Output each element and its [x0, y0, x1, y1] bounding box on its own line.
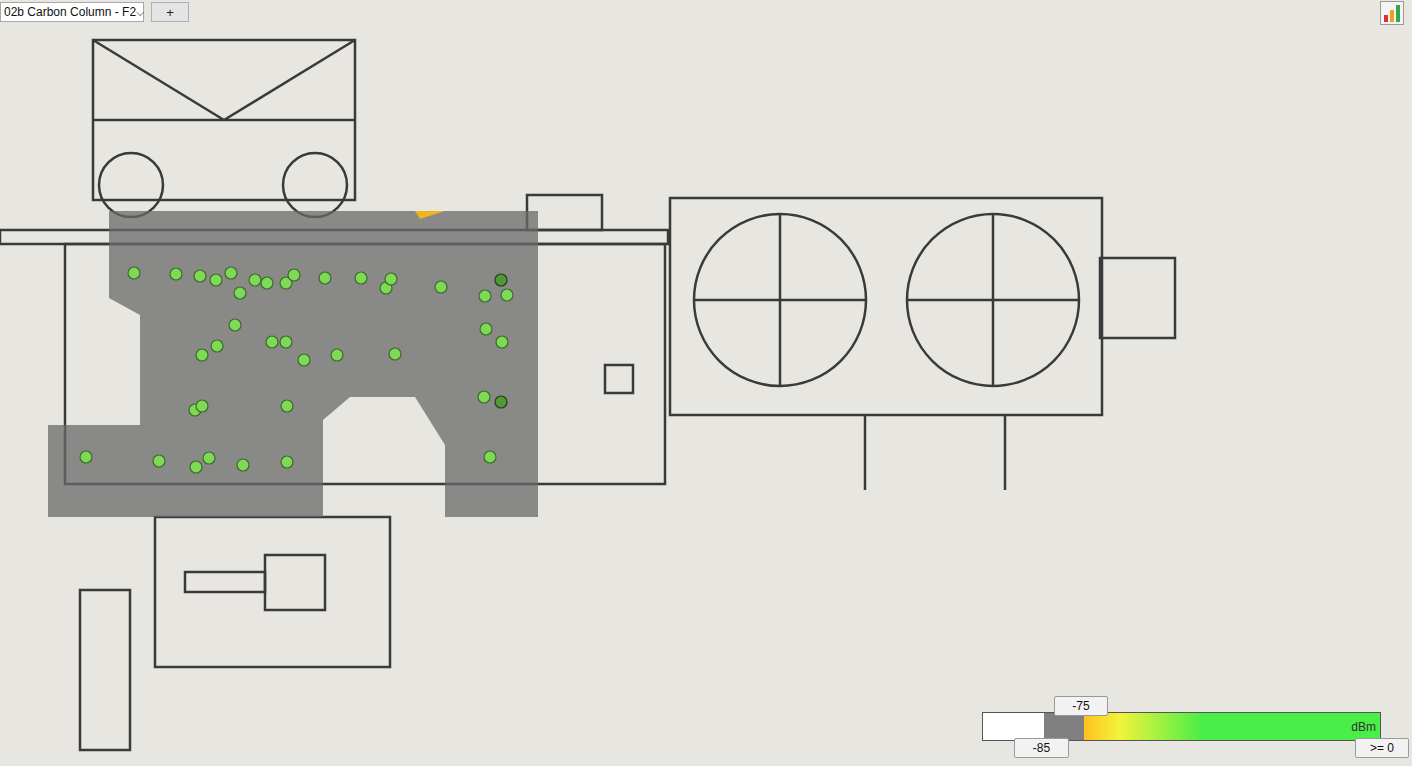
survey-point[interactable]	[319, 272, 331, 284]
survey-point[interactable]	[495, 396, 507, 408]
threshold-low[interactable]: -85	[1014, 738, 1069, 758]
survey-point[interactable]	[355, 272, 367, 284]
survey-point[interactable]	[480, 323, 492, 335]
survey-point[interactable]	[203, 452, 215, 464]
survey-point[interactable]	[495, 274, 507, 286]
survey-point[interactable]	[225, 267, 237, 279]
survey-point[interactable]	[281, 456, 293, 468]
survey-point[interactable]	[194, 270, 206, 282]
survey-point[interactable]	[298, 354, 310, 366]
bar-chart-icon	[1381, 2, 1403, 24]
survey-point[interactable]	[331, 349, 343, 361]
survey-point[interactable]	[385, 273, 397, 285]
survey-point[interactable]	[484, 451, 496, 463]
coverage-overlay	[0, 0, 1412, 766]
survey-point[interactable]	[196, 349, 208, 361]
survey-point[interactable]	[153, 455, 165, 467]
survey-point[interactable]	[435, 281, 447, 293]
survey-point[interactable]	[234, 287, 246, 299]
survey-point[interactable]	[190, 461, 202, 473]
survey-point[interactable]	[479, 290, 491, 302]
survey-map: 02b Carbon Column - F2 ⌵ + dBm -75 -85 >…	[0, 0, 1412, 766]
dropdown-arrow-icon: ⌵	[136, 6, 144, 19]
threshold-high[interactable]: -75	[1054, 696, 1108, 716]
survey-point[interactable]	[288, 269, 300, 281]
survey-point[interactable]	[237, 459, 249, 471]
legend-unit: dBm	[1351, 720, 1376, 734]
survey-point[interactable]	[128, 267, 140, 279]
legend-bar: dBm	[982, 712, 1381, 741]
floor-selector[interactable]: 02b Carbon Column - F2 ⌵	[0, 2, 144, 22]
survey-point[interactable]	[229, 319, 241, 331]
survey-point[interactable]	[389, 348, 401, 360]
add-floor-button[interactable]: +	[151, 2, 189, 22]
survey-point[interactable]	[281, 400, 293, 412]
survey-point[interactable]	[501, 289, 513, 301]
survey-point[interactable]	[80, 451, 92, 463]
survey-point[interactable]	[211, 340, 223, 352]
signal-legend: dBm -75 -85 >= 0	[982, 696, 1410, 760]
survey-point[interactable]	[170, 268, 182, 280]
survey-point[interactable]	[261, 277, 273, 289]
survey-point[interactable]	[196, 400, 208, 412]
survey-point[interactable]	[280, 336, 292, 348]
survey-point[interactable]	[478, 391, 490, 403]
survey-point[interactable]	[496, 336, 508, 348]
chart-button[interactable]	[1380, 1, 1404, 25]
coverage-edge	[415, 211, 445, 219]
legend-max[interactable]: >= 0	[1355, 738, 1409, 758]
survey-point[interactable]	[249, 274, 261, 286]
survey-point[interactable]	[210, 274, 222, 286]
survey-point[interactable]	[266, 336, 278, 348]
coverage-area	[48, 211, 538, 517]
toolbar: 02b Carbon Column - F2 ⌵ +	[0, 2, 189, 22]
